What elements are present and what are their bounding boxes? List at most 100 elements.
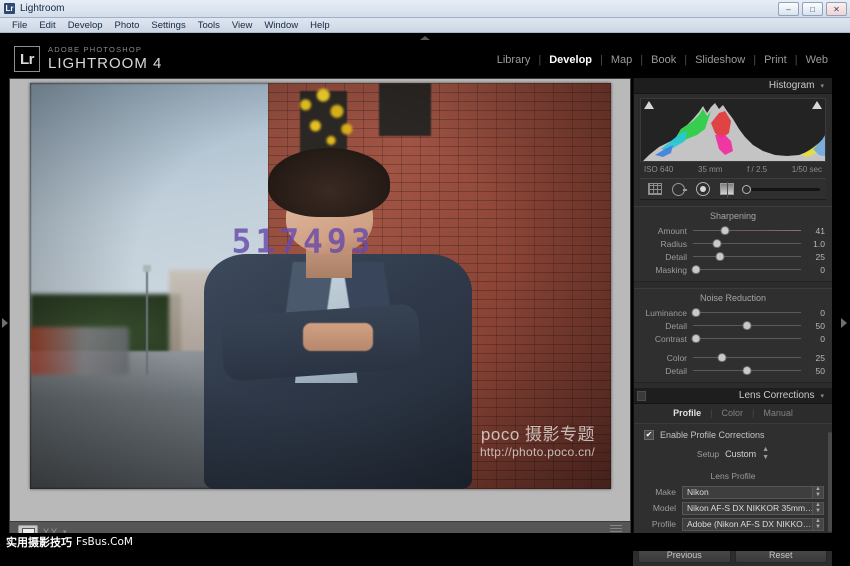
module-develop[interactable]: Develop (541, 54, 600, 66)
slider-row[interactable]: Amount 41 (634, 224, 832, 237)
setup-value[interactable]: Custom (725, 449, 756, 459)
slider-track[interactable] (691, 334, 801, 344)
enable-profile-checkbox[interactable]: ✔ (644, 430, 654, 440)
lens-corrections-header[interactable]: Lens Corrections ▾ (634, 388, 832, 404)
module-book[interactable]: Book (643, 54, 684, 66)
slider-row[interactable]: Detail 50 (634, 319, 832, 332)
slider-row[interactable]: Color 25 (634, 351, 832, 364)
enable-profile-corrections-row[interactable]: ✔ Enable Profile Corrections (634, 428, 832, 444)
menu-item-view[interactable]: View (226, 20, 258, 31)
menubar: File Edit Develop Photo Settings Tools View Win… (0, 18, 850, 33)
histogram-chart[interactable] (640, 98, 826, 162)
menu-item-photo[interactable]: Photo (109, 20, 146, 31)
slider-label: Radius (660, 238, 687, 249)
lens-field-value[interactable]: Nikon AF-S DX NIKKOR 35mm… (682, 501, 813, 515)
image-canvas[interactable]: 517493 poco 摄影专题 http://photo.poco.cn/ Y… (9, 78, 631, 542)
slider-row[interactable]: Contrast 0 (634, 332, 832, 345)
slider-thumb[interactable] (691, 265, 701, 274)
slider-row[interactable]: Radius 1.0 (634, 237, 832, 250)
chevron-down-icon[interactable]: ▲ ▼ (813, 517, 824, 531)
lens-tab-profile[interactable]: Profile (664, 408, 710, 418)
slider-value[interactable]: 50 (801, 321, 825, 331)
maximize-button[interactable]: □ (802, 2, 823, 16)
lens-field-label: Make (655, 487, 676, 497)
right-panel-toggle[interactable] (839, 311, 849, 335)
lens-field-row[interactable]: Make Nikon ▲ ▼ (634, 484, 832, 500)
menu-item-develop[interactable]: Develop (62, 20, 109, 31)
slider-value[interactable]: 25 (801, 353, 825, 363)
module-web[interactable]: Web (798, 54, 836, 66)
slider-row[interactable]: Detail 25 (634, 250, 832, 263)
slider-value[interactable]: 0 (801, 334, 825, 344)
shadow-clipping-indicator[interactable] (644, 101, 654, 109)
graduated-filter-icon[interactable] (718, 182, 735, 198)
module-print[interactable]: Print (756, 54, 795, 66)
slider-row[interactable]: Luminance 0 (634, 306, 832, 319)
slider-track[interactable] (693, 353, 801, 363)
menu-item-tools[interactable]: Tools (192, 20, 226, 31)
menu-item-window[interactable]: Window (258, 20, 304, 31)
lens-field-value[interactable]: Nikon (682, 485, 813, 499)
close-button[interactable]: ✕ (826, 2, 847, 16)
chevron-down-icon[interactable]: ▾ (820, 82, 824, 90)
lens-corrections-title: Lens Corrections (738, 390, 815, 401)
chevron-down-icon[interactable]: ▲ ▼ (813, 501, 824, 515)
slider-value[interactable]: 25 (801, 252, 825, 262)
chevron-down-icon[interactable]: ▲ ▼ (813, 485, 824, 499)
slider-track[interactable] (693, 366, 801, 376)
highlight-clipping-indicator[interactable] (812, 101, 822, 109)
left-panel-toggle[interactable] (0, 311, 10, 335)
slider-thumb[interactable] (712, 239, 722, 248)
slider-value[interactable]: 0 (801, 308, 825, 318)
histogram-title: Histogram (768, 80, 815, 91)
slider-track[interactable] (693, 252, 801, 262)
crop-overlay-icon[interactable] (646, 182, 663, 197)
slider-thumb[interactable] (742, 366, 752, 375)
slider-value[interactable]: 0 (801, 265, 825, 275)
menu-item-file[interactable]: File (6, 20, 33, 31)
menu-item-help[interactable]: Help (304, 20, 336, 31)
slider-thumb[interactable] (691, 334, 701, 343)
slider-thumb[interactable] (720, 226, 730, 235)
menu-item-settings[interactable]: Settings (145, 20, 191, 31)
histogram-header[interactable]: Histogram ▾ (634, 78, 832, 94)
window-controls: – □ ✕ (778, 2, 847, 16)
slider-track[interactable] (693, 239, 801, 249)
slider-track[interactable] (691, 308, 801, 318)
slider-thumb[interactable] (715, 252, 725, 261)
watermark-number: 517493 (231, 221, 375, 261)
module-slideshow[interactable]: Slideshow (687, 54, 753, 66)
slider-track[interactable] (693, 226, 801, 236)
slider-track[interactable] (693, 321, 801, 331)
watermark-poco: poco 摄影专题 http://photo.poco.cn/ (480, 420, 595, 459)
slider-track[interactable] (691, 265, 801, 275)
lens-field-row[interactable]: Profile Adobe (Nikon AF-S DX NIKKO… ▲ ▼ (634, 516, 832, 532)
slider-row[interactable]: Detail 50 (634, 364, 832, 377)
red-eye-icon[interactable] (694, 182, 711, 197)
chevron-down-icon[interactable]: ▾ (820, 392, 824, 400)
histogram-svg (641, 99, 825, 161)
lens-tab-manual[interactable]: Manual (754, 408, 802, 418)
lens-tab-color[interactable]: Color (712, 408, 752, 418)
minimize-button[interactable]: – (778, 2, 799, 16)
photo-frame[interactable]: 517493 poco 摄影专题 http://photo.poco.cn/ (30, 83, 611, 489)
panel-scrollbar[interactable] (828, 432, 832, 532)
menu-item-edit[interactable]: Edit (33, 20, 61, 31)
sharpening-title: Sharpening (709, 211, 757, 221)
stepper-icon[interactable]: ▲ ▼ (762, 446, 769, 462)
adjustment-brush-icon[interactable] (742, 184, 820, 194)
setup-row[interactable]: Setup Custom ▲ ▼ (634, 444, 832, 467)
slider-thumb[interactable] (742, 321, 752, 330)
top-panel-toggle[interactable] (0, 33, 850, 42)
lens-field-row[interactable]: Model Nikon AF-S DX NIKKOR 35mm… ▲ ▼ (634, 500, 832, 516)
slider-thumb[interactable] (691, 308, 701, 317)
slider-thumb[interactable] (717, 353, 727, 362)
module-map[interactable]: Map (603, 54, 640, 66)
slider-value[interactable]: 50 (801, 366, 825, 376)
slider-value[interactable]: 41 (801, 226, 825, 236)
slider-row[interactable]: Masking 0 (634, 263, 832, 276)
slider-value[interactable]: 1.0 (801, 239, 825, 249)
module-library[interactable]: Library (489, 54, 539, 66)
spot-removal-icon[interactable] (670, 182, 687, 197)
lens-field-value[interactable]: Adobe (Nikon AF-S DX NIKKO… (682, 517, 813, 531)
